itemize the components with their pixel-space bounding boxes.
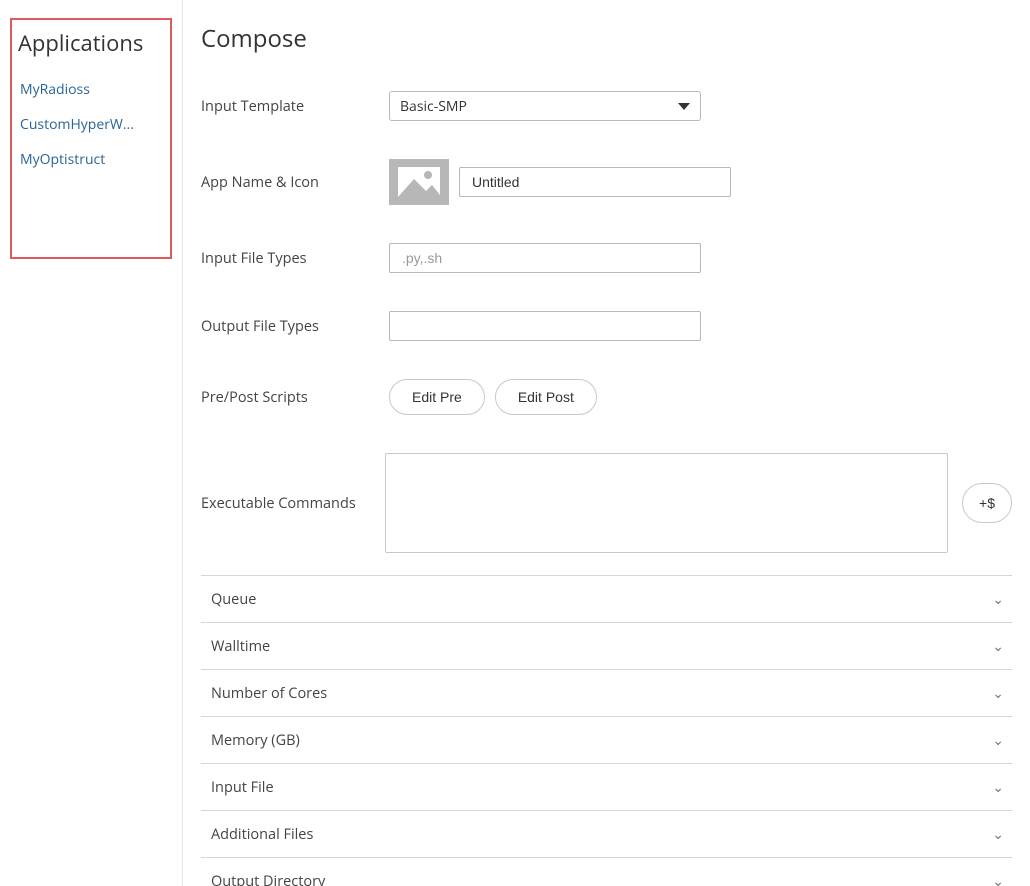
accordion-input-file[interactable]: Input File ⌄ bbox=[201, 764, 1012, 811]
row-input-file-types: Input File Types bbox=[201, 243, 1012, 273]
chevron-down-icon: ⌄ bbox=[992, 731, 1004, 750]
applications-list: MyRadioss CustomHyperW... MyOptistruct bbox=[18, 72, 164, 177]
sidebar-item-myoptistruct[interactable]: MyOptistruct bbox=[18, 142, 164, 177]
accordion-label: Walltime bbox=[211, 637, 270, 656]
main-content: Compose Input Template Basic-SMP App Nam… bbox=[183, 0, 1030, 886]
row-input-template: Input Template Basic-SMP bbox=[201, 91, 1012, 121]
input-template-select[interactable]: Basic-SMP bbox=[389, 91, 701, 121]
sidebar-item-myradioss[interactable]: MyRadioss bbox=[18, 72, 164, 107]
accordion-label: Additional Files bbox=[211, 825, 313, 844]
label-commands: Executable Commands bbox=[201, 494, 371, 513]
accordion-queue[interactable]: Queue ⌄ bbox=[201, 576, 1012, 623]
output-file-types-input[interactable] bbox=[389, 311, 701, 341]
accordion-label: Queue bbox=[211, 590, 256, 609]
edit-post-button[interactable]: Edit Post bbox=[495, 379, 597, 415]
image-placeholder-icon bbox=[394, 163, 444, 201]
label-app-name: App Name & Icon bbox=[201, 173, 389, 192]
chevron-down-icon: ⌄ bbox=[992, 778, 1004, 797]
applications-highlight-box: Applications MyRadioss CustomHyperW... M… bbox=[10, 18, 172, 259]
chevron-down-icon: ⌄ bbox=[992, 684, 1004, 703]
accordion-label: Memory (GB) bbox=[211, 731, 300, 750]
chevron-down-icon bbox=[678, 103, 690, 110]
label-input-template: Input Template bbox=[201, 97, 389, 116]
label-scripts: Pre/Post Scripts bbox=[201, 388, 389, 407]
add-variable-button[interactable]: +$ bbox=[962, 483, 1012, 523]
row-app-name: App Name & Icon bbox=[201, 159, 1012, 205]
accordion-output-directory[interactable]: Output Directory ⌄ bbox=[201, 858, 1012, 886]
sidebar-title: Applications bbox=[18, 28, 164, 58]
label-output-file-types: Output File Types bbox=[201, 317, 389, 336]
chevron-down-icon: ⌄ bbox=[992, 637, 1004, 656]
chevron-down-icon: ⌄ bbox=[992, 590, 1004, 609]
accordion-label: Input File bbox=[211, 778, 274, 797]
accordion-memory[interactable]: Memory (GB) ⌄ bbox=[201, 717, 1012, 764]
row-commands: Executable Commands +$ bbox=[201, 453, 1012, 553]
sidebar: Applications MyRadioss CustomHyperW... M… bbox=[0, 0, 183, 886]
label-input-file-types: Input File Types bbox=[201, 249, 389, 268]
accordion-label: Number of Cores bbox=[211, 684, 327, 703]
accordion-additional-files[interactable]: Additional Files ⌄ bbox=[201, 811, 1012, 858]
chevron-down-icon: ⌄ bbox=[992, 872, 1004, 886]
app-icon-upload[interactable] bbox=[389, 159, 449, 205]
accordion-cores[interactable]: Number of Cores ⌄ bbox=[201, 670, 1012, 717]
row-scripts: Pre/Post Scripts Edit Pre Edit Post bbox=[201, 379, 1012, 415]
app-name-input[interactable] bbox=[459, 167, 731, 197]
input-file-types-input[interactable] bbox=[389, 243, 701, 273]
accordion-group: Queue ⌄ Walltime ⌄ Number of Cores ⌄ Mem… bbox=[201, 575, 1012, 886]
chevron-down-icon: ⌄ bbox=[992, 825, 1004, 844]
edit-pre-button[interactable]: Edit Pre bbox=[389, 379, 485, 415]
accordion-label: Output Directory bbox=[211, 872, 325, 886]
row-output-file-types: Output File Types bbox=[201, 311, 1012, 341]
input-template-value: Basic-SMP bbox=[400, 97, 467, 116]
sidebar-item-customhyperw[interactable]: CustomHyperW... bbox=[18, 107, 164, 142]
executable-commands-textarea[interactable] bbox=[385, 453, 948, 553]
page-title: Compose bbox=[201, 22, 1012, 55]
accordion-walltime[interactable]: Walltime ⌄ bbox=[201, 623, 1012, 670]
